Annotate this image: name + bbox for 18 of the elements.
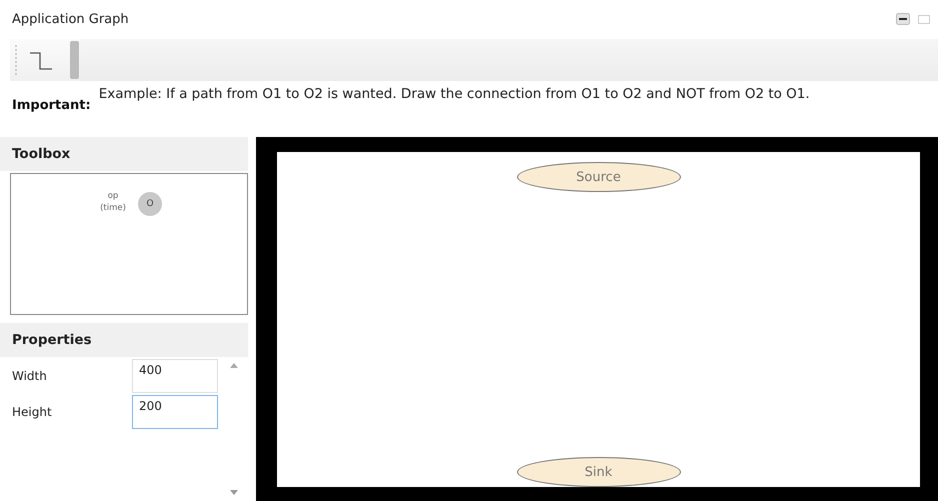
- scroll-up-icon[interactable]: [230, 363, 238, 368]
- minimize-icon[interactable]: [896, 13, 910, 25]
- property-field[interactable]: 400: [132, 359, 218, 393]
- connector-tool-button[interactable]: [10, 39, 80, 81]
- tool-label: op (time): [99, 190, 127, 215]
- operator-tool[interactable]: O: [138, 192, 162, 216]
- property-name: Height: [11, 405, 53, 419]
- toolbox-header: Toolbox: [0, 137, 248, 171]
- window-icon[interactable]: [918, 13, 930, 25]
- properties-header: Properties: [0, 323, 248, 357]
- note-text: Example: If a path from O1 to O2 is wanted. Draw the connection from O1 to O2 and NOT from O2 to O1.: [98, 86, 811, 104]
- graph-node[interactable]: Sink: [516, 457, 680, 487]
- window-title: Application Graph: [12, 12, 129, 26]
- scroll-down-icon[interactable]: [230, 490, 238, 495]
- property-name: Width: [11, 369, 48, 383]
- property-field[interactable]: 200: [132, 395, 218, 429]
- graph-node[interactable]: Source: [516, 162, 680, 192]
- note-label: Important:: [12, 97, 91, 115]
